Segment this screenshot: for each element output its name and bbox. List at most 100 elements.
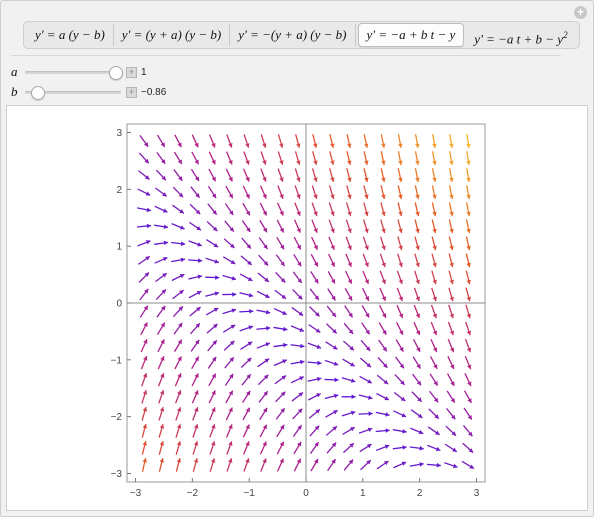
field-arrow (462, 442, 474, 454)
field-arrow (413, 287, 420, 302)
slider-a[interactable] (25, 64, 123, 80)
tab-equation-3[interactable]: y' = −(y + a) (y − b) (230, 24, 356, 46)
field-arrow (414, 134, 420, 149)
field-arrow (448, 287, 454, 302)
field-arrow (174, 339, 183, 352)
field-arrow (191, 373, 199, 387)
field-arrow (225, 168, 233, 182)
control-a-label: a (11, 64, 18, 79)
field-arrow (205, 291, 220, 297)
field-arrow (222, 308, 237, 315)
field-arrow (360, 459, 372, 471)
field-arrow (343, 459, 354, 471)
field-arrow (362, 219, 369, 234)
field-arrow (259, 185, 267, 199)
field-arrow (461, 460, 475, 470)
field-arrow (158, 440, 165, 455)
field-arrow (241, 237, 252, 250)
field-arrow (378, 322, 387, 335)
field-arrow (158, 389, 165, 404)
field-arrow (208, 168, 217, 182)
field-arrow (175, 406, 182, 421)
field-arrow (307, 360, 322, 366)
field-arrow (225, 390, 234, 404)
field-arrow (309, 306, 320, 317)
field-arrow (292, 408, 303, 420)
field-arrow (432, 134, 437, 149)
field-arrow (447, 338, 455, 353)
x-tick-label: 0 (303, 488, 309, 499)
field-arrow (395, 339, 404, 352)
field-arrow (376, 374, 389, 385)
field-arrow (410, 409, 423, 419)
field-arrow (154, 224, 169, 230)
field-arrow (207, 356, 217, 369)
field-arrow (361, 322, 371, 335)
field-arrow (260, 168, 267, 182)
field-arrow (292, 424, 303, 437)
field-arrow (447, 356, 455, 370)
tab-equation-5[interactable]: y' = −a t + b − y2 (466, 24, 575, 46)
field-arrow (294, 151, 301, 165)
field-arrow (448, 219, 454, 234)
field-arrow (397, 134, 403, 149)
field-arrow (239, 309, 254, 314)
y-tick-label: −3 (111, 469, 123, 480)
field-arrow (379, 253, 386, 268)
x-tick-label: 3 (474, 488, 480, 499)
slider-b-thumb[interactable] (30, 86, 45, 100)
tab-equation-1[interactable]: y' = a (y − b) (27, 24, 114, 46)
plus-square-icon[interactable]: + (126, 66, 137, 78)
field-arrow (430, 304, 438, 319)
field-arrow (345, 253, 352, 268)
field-arrow (189, 221, 202, 231)
field-arrow (191, 356, 200, 370)
field-arrow (140, 322, 148, 336)
slider-b[interactable] (25, 84, 121, 100)
field-arrow (448, 270, 454, 285)
plus-square-icon[interactable]: + (126, 86, 137, 98)
field-arrow (414, 151, 420, 166)
field-arrow (276, 441, 285, 455)
field-arrow (448, 304, 455, 319)
field-arrow (226, 458, 233, 472)
tab-equation-4[interactable]: y' = −a + b t − y (357, 23, 465, 47)
field-arrow (375, 411, 390, 417)
plus-circle-icon[interactable]: + (574, 6, 587, 19)
field-arrow (291, 391, 304, 402)
field-arrow (463, 390, 472, 404)
field-arrow (345, 236, 352, 251)
field-arrow (465, 219, 471, 234)
field-arrow (466, 151, 471, 166)
field-arrow (224, 220, 235, 233)
field-arrow (192, 424, 199, 438)
field-arrow (462, 425, 473, 437)
field-arrow (392, 445, 407, 450)
field-arrow (275, 407, 286, 420)
field-arrow (328, 236, 335, 251)
field-arrow (243, 458, 250, 472)
field-arrow (174, 356, 182, 370)
field-arrow (329, 134, 335, 149)
slider-a-thumb[interactable] (109, 66, 123, 80)
field-arrow (393, 410, 407, 418)
field-arrow (175, 423, 182, 438)
field-arrow (172, 289, 185, 300)
field-arrow (430, 338, 438, 353)
field-arrow (414, 253, 420, 268)
field-arrow (171, 257, 186, 263)
field-arrow (156, 305, 166, 318)
field-arrow (158, 423, 165, 438)
field-arrow (171, 241, 186, 246)
field-arrow (392, 429, 407, 434)
field-arrow (380, 236, 386, 251)
field-arrow (311, 219, 318, 234)
field-arrow (260, 134, 267, 148)
field-arrow (224, 203, 234, 216)
field-arrow (449, 168, 454, 183)
field-arrow (242, 424, 250, 438)
field-arrow (312, 134, 318, 148)
field-arrow (190, 168, 200, 182)
tab-equation-2[interactable]: y' = (y + a) (y − b) (114, 24, 231, 46)
field-arrow (465, 321, 472, 336)
